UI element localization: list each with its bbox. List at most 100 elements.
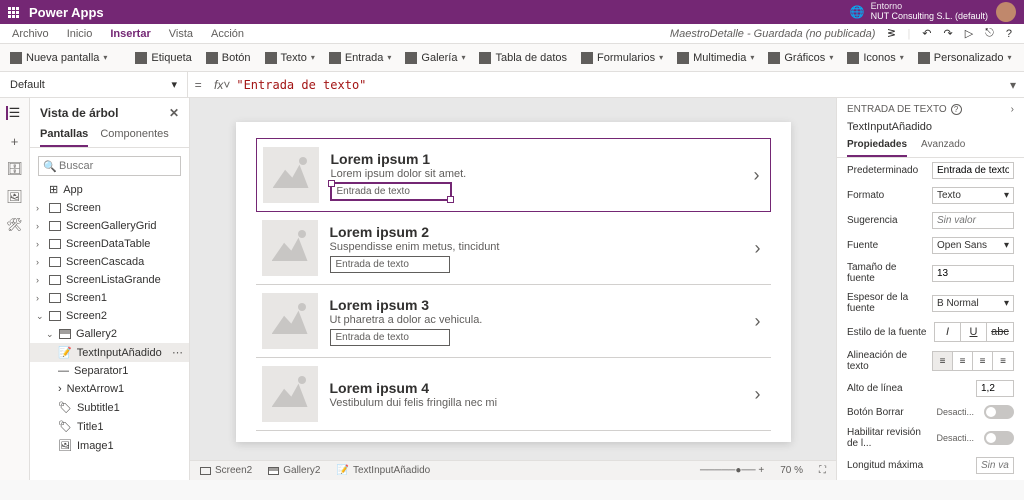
rb-boton[interactable]: Botón: [206, 52, 251, 64]
menu-accion[interactable]: Acción: [211, 28, 244, 40]
prop-formato[interactable]: FormatoTexto▾: [837, 183, 1024, 208]
menu-vista[interactable]: Vista: [169, 28, 193, 40]
rail-tree-icon[interactable]: ☰: [6, 106, 22, 120]
node-screen[interactable]: ›Screen1: [30, 289, 189, 307]
rb-texto[interactable]: Texto▾: [265, 52, 315, 64]
prop-espesor[interactable]: Espesor de la fuenteB Normal▾: [837, 288, 1024, 318]
prop-longitud[interactable]: Longitud máxima: [837, 453, 1024, 478]
tree-search[interactable]: 🔍: [38, 156, 181, 176]
waffle-icon[interactable]: [8, 7, 19, 18]
prop-tam-fuente[interactable]: Tamaño de fuente: [837, 258, 1024, 288]
rail-data-icon[interactable]: 🗄: [7, 162, 23, 176]
prop-modo[interactable]: ModoLínea única▾: [837, 478, 1024, 480]
help-icon[interactable]: ?: [1006, 28, 1012, 40]
menu-inicio[interactable]: Inicio: [67, 28, 93, 40]
node-nextarrow[interactable]: ›NextArrow1: [30, 380, 189, 398]
gallery-item[interactable]: Lorem ipsum 3 Ut pharetra a dolor ac veh…: [256, 285, 771, 358]
zoom-slider[interactable]: ─────●── +: [700, 465, 764, 476]
expand-formula-icon[interactable]: ▾: [1002, 78, 1024, 92]
redo-icon[interactable]: ↷: [943, 27, 952, 40]
breadcrumb-control[interactable]: 📝TextInputAñadido: [337, 465, 431, 476]
prop-estilo: Estilo de la fuenteIUabc: [837, 318, 1024, 346]
more-icon[interactable]: ⋯: [172, 346, 183, 359]
align-left-icon[interactable]: ≡: [933, 352, 953, 370]
chevron-right-icon[interactable]: ›: [751, 238, 765, 259]
fx-icon[interactable]: fx˅: [208, 78, 236, 92]
prop-fuente[interactable]: FuenteOpen Sans▾: [837, 233, 1024, 258]
rb-tabla[interactable]: Tabla de datos: [479, 52, 567, 64]
formula-input[interactable]: "Entrada de texto": [236, 78, 1002, 92]
tab-pantallas[interactable]: Pantallas: [40, 128, 88, 147]
rb-formularios[interactable]: Formularios▾: [581, 52, 663, 64]
rail-tools-icon[interactable]: 🛠: [7, 218, 23, 232]
environment-icon[interactable]: 🌐: [850, 5, 865, 19]
tab-avanzado[interactable]: Avanzado: [921, 139, 965, 157]
node-image[interactable]: 🖼Image1: [30, 436, 189, 455]
prop-alto-linea[interactable]: Alto de línea: [837, 376, 1024, 401]
node-gallery2[interactable]: ⌄Gallery2: [30, 325, 189, 343]
tab-propiedades[interactable]: Propiedades: [847, 139, 907, 157]
fit-icon[interactable]: ⛶: [819, 465, 826, 476]
node-title[interactable]: 🏷Title1: [30, 417, 189, 436]
gallery-item[interactable]: Lorem ipsum 4 Vestibulum dui felis fring…: [256, 358, 771, 431]
search-input[interactable]: [38, 156, 181, 176]
close-tree-icon[interactable]: ✕: [169, 106, 179, 120]
environment[interactable]: Entorno NUT Consulting S.L. (default): [871, 2, 988, 22]
node-screen[interactable]: ›ScreenDataTable: [30, 235, 189, 253]
node-screen2[interactable]: ⌄Screen2: [30, 307, 189, 325]
rail-insert-icon[interactable]: +: [7, 134, 23, 148]
node-textinput[interactable]: 📝TextInputAñadido⋯: [30, 343, 189, 362]
node-screen[interactable]: ›Screen: [30, 199, 189, 217]
menu-insertar[interactable]: Insertar: [110, 28, 150, 40]
menu-archivo[interactable]: Archivo: [12, 28, 49, 40]
undo-icon[interactable]: ↶: [922, 27, 931, 40]
expand-prop-icon[interactable]: ›: [1011, 104, 1014, 115]
design-screen[interactable]: Lorem ipsum 1 Lorem ipsum dolor sit amet…: [236, 122, 791, 442]
property-selector[interactable]: Default▾: [0, 72, 188, 97]
node-app[interactable]: ⊞App: [30, 180, 189, 199]
rb-entrada[interactable]: Entrada▾: [329, 52, 392, 64]
app-checker-icon[interactable]: ᕒ: [887, 27, 895, 40]
rb-nueva-pantalla[interactable]: Nueva pantalla▾: [10, 52, 107, 64]
prop-revision[interactable]: Habilitar revisión de l...Desacti...: [837, 423, 1024, 453]
breadcrumb-gallery[interactable]: Gallery2: [268, 465, 320, 476]
tree-pane: Vista de árbol ✕ Pantallas Componentes 🔍…: [30, 98, 190, 480]
play-icon[interactable]: ▷: [965, 27, 973, 40]
rb-galeria[interactable]: Galería▾: [405, 52, 465, 64]
item-textinput[interactable]: Entrada de texto: [330, 256, 450, 273]
item-textinput[interactable]: Entrada de texto: [331, 183, 451, 200]
align-center-icon[interactable]: ≡: [953, 352, 973, 370]
tab-componentes[interactable]: Componentes: [100, 128, 169, 147]
prop-sugerencia[interactable]: Sugerencia: [837, 208, 1024, 233]
align-right-icon[interactable]: ≡: [973, 352, 993, 370]
item-textinput[interactable]: Entrada de texto: [330, 329, 450, 346]
help-q-icon[interactable]: ?: [951, 104, 962, 115]
rb-personalizado[interactable]: Personalizado▾: [918, 52, 1012, 64]
node-screen[interactable]: ›ScreenListaGrande: [30, 271, 189, 289]
share-icon[interactable]: ⎋: [985, 27, 994, 40]
prop-predeterminado[interactable]: Predeterminado: [837, 158, 1024, 183]
gallery-item[interactable]: Lorem ipsum 1 Lorem ipsum dolor sit amet…: [256, 138, 771, 212]
node-subtitle[interactable]: 🏷Subtitle1: [30, 398, 189, 417]
prop-control-name: TextInputAñadido: [837, 121, 1024, 139]
gallery-item[interactable]: Lorem ipsum 2 Suspendisse enim metus, ti…: [256, 212, 771, 285]
chevron-right-icon[interactable]: ›: [751, 384, 765, 405]
rb-graficos[interactable]: Gráficos▾: [768, 52, 833, 64]
strike-btn[interactable]: abc: [987, 323, 1013, 341]
italic-btn[interactable]: I: [935, 323, 961, 341]
breadcrumb-screen[interactable]: Screen2: [200, 465, 252, 476]
rb-etiqueta[interactable]: Etiqueta: [135, 52, 191, 64]
node-separator[interactable]: —Separator1: [30, 362, 189, 380]
chevron-right-icon[interactable]: ›: [750, 165, 764, 186]
property-pane: ENTRADA DE TEXTO? › TextInputAñadido Pro…: [836, 98, 1024, 480]
prop-borrar[interactable]: Botón BorrarDesacti...: [837, 401, 1024, 423]
rail-media-icon[interactable]: 🖼: [7, 190, 23, 204]
rb-multimedia[interactable]: Multimedia▾: [677, 52, 754, 64]
align-justify-icon[interactable]: ≡: [993, 352, 1013, 370]
avatar[interactable]: [996, 2, 1016, 22]
chevron-right-icon[interactable]: ›: [751, 311, 765, 332]
node-screen[interactable]: ›ScreenCascada: [30, 253, 189, 271]
rb-iconos[interactable]: Iconos▾: [847, 52, 903, 64]
underline-btn[interactable]: U: [961, 323, 987, 341]
node-screen[interactable]: ›ScreenGalleryGrid: [30, 217, 189, 235]
